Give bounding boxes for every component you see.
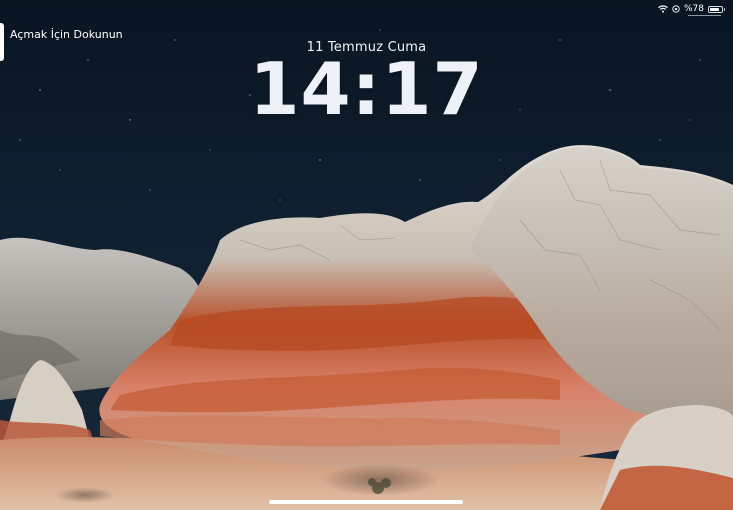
battery-percentage: %78 xyxy=(683,4,704,14)
battery-icon xyxy=(708,5,725,13)
lock-screen[interactable]: %78 Açmak İçin Dokunun 11 Temmuz Cuma 14… xyxy=(0,0,733,510)
wifi-icon xyxy=(658,5,668,13)
tap-to-open-label: Açmak İçin Dokunun xyxy=(10,27,123,41)
home-indicator[interactable] xyxy=(269,500,463,504)
orientation-lock-icon xyxy=(672,5,680,13)
status-bar: %78 xyxy=(658,2,725,16)
status-divider xyxy=(688,15,721,16)
battery-fill xyxy=(710,7,719,11)
lock-screen-time: 14:17 xyxy=(249,47,484,131)
